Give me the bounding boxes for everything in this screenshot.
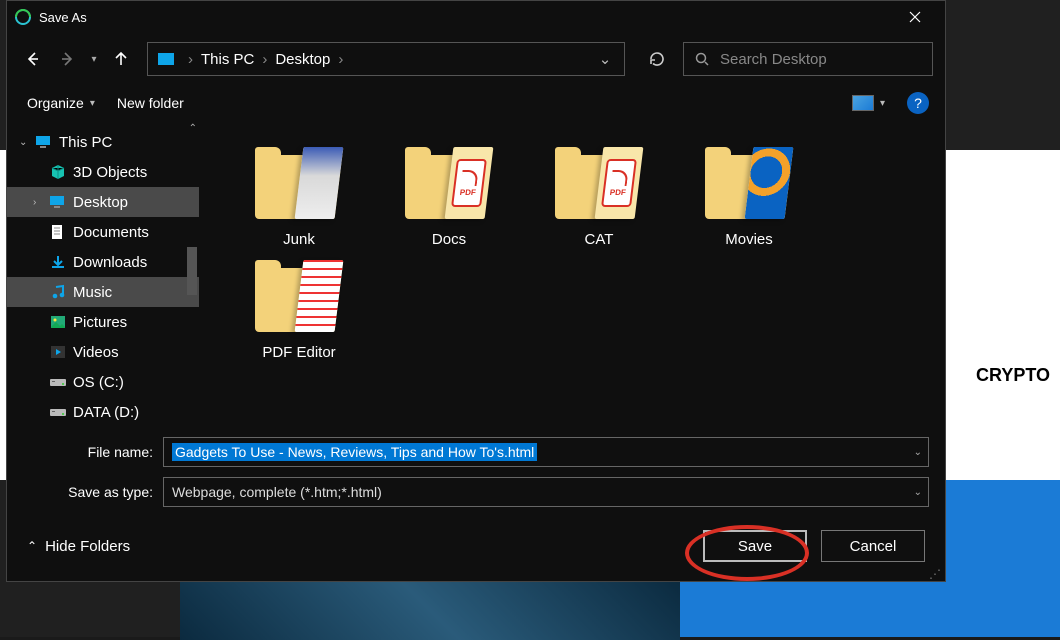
folder-item[interactable]: PDF Editor: [229, 258, 369, 361]
tree-item-label: OS (C:): [73, 374, 124, 391]
breadcrumb-folder[interactable]: Desktop: [275, 51, 330, 68]
chevron-down-icon: ▾: [880, 98, 885, 109]
fields-area: File name: Gadgets To Use - News, Review…: [7, 431, 945, 511]
folder-item[interactable]: PDF Docs: [379, 145, 519, 248]
content-area: ⌃ ⌄ This PC 3D Objects › Desktop Documents Dow…: [7, 121, 945, 431]
chevron-down-icon: ⌄: [19, 137, 29, 148]
filename-label: File name:: [23, 444, 163, 460]
chevron-right-icon: ›: [260, 51, 269, 68]
folder-tree[interactable]: ⌃ ⌄ This PC 3D Objects › Desktop Documents Dow…: [7, 121, 199, 431]
tree-item-label: Downloads: [73, 254, 147, 271]
desktop-icon: [49, 194, 67, 210]
tree-item-label: Videos: [73, 344, 119, 361]
folder-item[interactable]: Junk: [229, 145, 369, 248]
tree-scrollbar[interactable]: [187, 247, 197, 295]
folder-icon: [705, 145, 793, 223]
chevron-down-icon[interactable]: ⌄: [914, 487, 922, 498]
save-button[interactable]: Save: [703, 530, 807, 562]
titlebar: Save As: [7, 1, 945, 33]
forward-button[interactable]: [53, 45, 81, 73]
new-folder-button[interactable]: New folder: [117, 95, 184, 111]
close-button[interactable]: [893, 1, 937, 33]
tree-item-label: Desktop: [73, 194, 128, 211]
folder-label: Movies: [725, 231, 773, 248]
pictures-icon: [49, 314, 67, 330]
tree-item-label: DATA (D:): [73, 404, 139, 421]
videos-icon: [49, 344, 67, 360]
3d-icon: [49, 164, 67, 180]
folder-label: PDF Editor: [262, 344, 335, 361]
folder-icon: PDF: [555, 145, 643, 223]
footer: ⌃ Hide Folders Save Cancel ⋰: [7, 511, 945, 581]
back-button[interactable]: [19, 45, 47, 73]
folder-label: Docs: [432, 231, 466, 248]
folder-item[interactable]: Movies: [679, 145, 819, 248]
dialog-title: Save As: [39, 10, 893, 25]
view-menu[interactable]: ▾: [852, 95, 885, 111]
search-placeholder: Search Desktop: [720, 51, 827, 68]
documents-icon: [49, 224, 67, 240]
refresh-button[interactable]: [637, 42, 677, 76]
saveastype-value: Webpage, complete (*.htm;*.html): [172, 484, 382, 500]
music-icon: [49, 284, 67, 300]
folder-label: CAT: [585, 231, 614, 248]
chevron-right-icon: ›: [186, 51, 195, 68]
tree-item-label: Music: [73, 284, 112, 301]
pc-icon: [35, 134, 53, 150]
tree-item-label: Pictures: [73, 314, 127, 331]
chevron-down-icon: ▾: [90, 98, 95, 109]
chevron-right-icon: ›: [33, 197, 43, 208]
view-icon: [852, 95, 874, 111]
tree-item-data-d-[interactable]: DATA (D:): [7, 397, 199, 427]
bg-nav-item: CRYPTO: [976, 365, 1050, 386]
hide-folders-toggle[interactable]: ⌃ Hide Folders: [27, 538, 130, 555]
recent-dropdown[interactable]: ▾: [87, 45, 101, 73]
tree-item-label: 3D Objects: [73, 164, 147, 181]
address-bar[interactable]: › This PC › Desktop › ⌄: [147, 42, 625, 76]
search-input[interactable]: Search Desktop: [683, 42, 933, 76]
tree-item-music[interactable]: Music: [7, 277, 199, 307]
save-as-dialog: Save As ▾ › This PC › Desktop › ⌄: [6, 0, 946, 582]
tree-item-pictures[interactable]: Pictures: [7, 307, 199, 337]
tree-item-desktop[interactable]: › Desktop: [7, 187, 199, 217]
breadcrumb-root[interactable]: This PC: [201, 51, 254, 68]
folder-item[interactable]: PDF CAT: [529, 145, 669, 248]
tree-item-os-c-[interactable]: OS (C:): [7, 367, 199, 397]
folder-label: Junk: [283, 231, 315, 248]
tree-item-this-pc[interactable]: ⌄ This PC: [7, 127, 199, 157]
folder-icon: [255, 258, 343, 336]
tree-item-downloads[interactable]: Downloads: [7, 247, 199, 277]
tree-item-videos[interactable]: Videos: [7, 337, 199, 367]
tree-item-label: Documents: [73, 224, 149, 241]
edge-icon: [15, 9, 31, 25]
chevron-down-icon[interactable]: ⌄: [914, 447, 922, 458]
folder-icon: [255, 145, 343, 223]
help-button[interactable]: ?: [907, 92, 929, 114]
chevron-down-icon: ⌃: [27, 539, 37, 553]
saveastype-label: Save as type:: [23, 484, 163, 500]
up-button[interactable]: [107, 45, 135, 73]
cancel-button[interactable]: Cancel: [821, 530, 925, 562]
pc-icon: [158, 53, 174, 65]
drive-icon: [49, 404, 67, 420]
tree-item-3d-objects[interactable]: 3D Objects: [7, 157, 199, 187]
scroll-up-icon[interactable]: ⌃: [189, 123, 197, 134]
tree-item-documents[interactable]: Documents: [7, 217, 199, 247]
organize-menu[interactable]: Organize ▾: [27, 95, 95, 111]
address-history-dropdown[interactable]: ⌄: [596, 50, 614, 68]
file-list[interactable]: Junk PDF Docs PDF CAT Movies PDF Editor: [199, 121, 945, 431]
background-image: [180, 580, 680, 640]
tree-item-label: This PC: [59, 134, 112, 151]
saveastype-select[interactable]: Webpage, complete (*.htm;*.html) ⌄: [163, 477, 929, 507]
nav-bar: ▾ › This PC › Desktop › ⌄ Search Desktop: [7, 33, 945, 85]
filename-input[interactable]: Gadgets To Use - News, Reviews, Tips and…: [163, 437, 929, 467]
folder-icon: PDF: [405, 145, 493, 223]
drive-icon: [49, 374, 67, 390]
downloads-icon: [49, 254, 67, 270]
search-icon: [694, 51, 710, 67]
filename-value: Gadgets To Use - News, Reviews, Tips and…: [172, 443, 537, 461]
chevron-right-icon: ›: [336, 51, 345, 68]
resize-grip[interactable]: ⋰: [929, 571, 941, 577]
toolbar: Organize ▾ New folder ▾ ?: [7, 85, 945, 121]
